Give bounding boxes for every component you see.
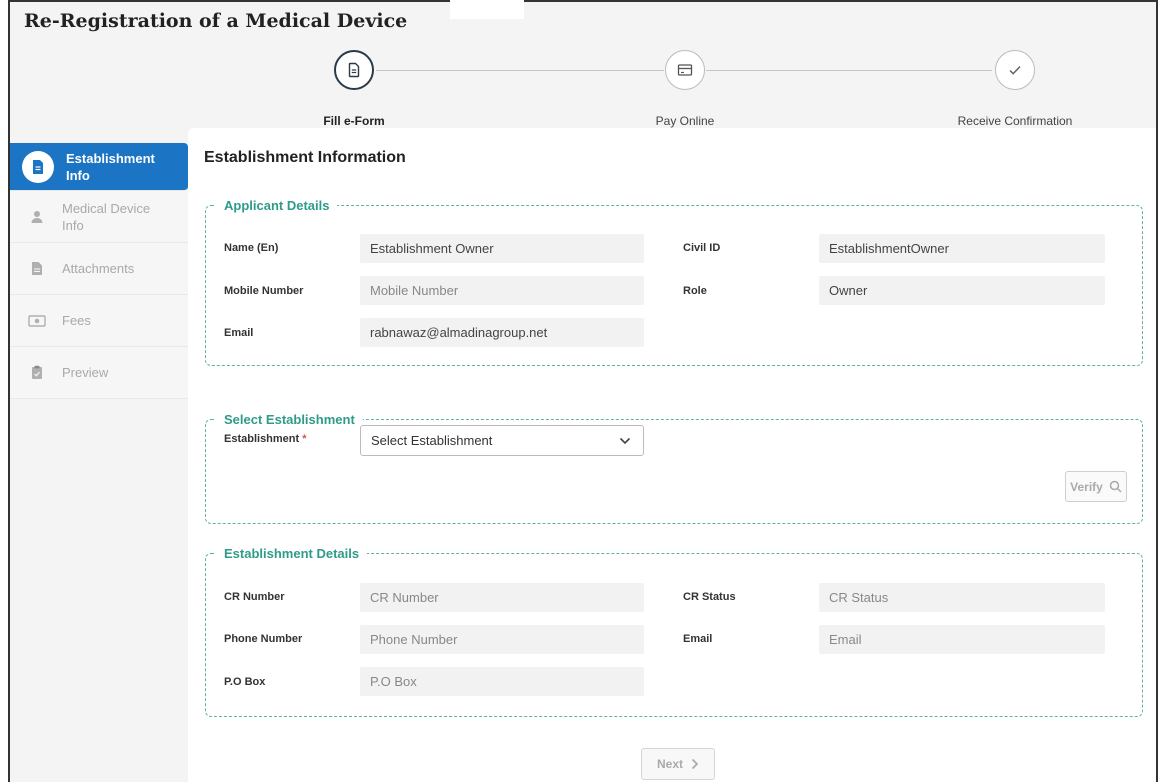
cr-number-field[interactable]: CR Number [360, 583, 644, 612]
check-icon [1009, 65, 1021, 75]
sidebar-item-preview[interactable]: Preview [10, 347, 188, 399]
search-icon [1109, 480, 1122, 493]
section-title: Establishment Information [204, 149, 406, 166]
user-icon [24, 204, 50, 230]
sidebar-item-label: Medical Device Info [62, 200, 151, 233]
cr-number-label: CR Number [224, 591, 285, 603]
next-button[interactable]: Next [641, 748, 715, 780]
po-box-field[interactable]: P.O Box [360, 667, 644, 696]
mobile-number-label: Mobile Number [224, 285, 304, 297]
establishment-select[interactable]: Select Establishment [360, 425, 644, 456]
phone-number-field[interactable]: Phone Number [360, 625, 644, 654]
civil-id-field[interactable]: EstablishmentOwner [819, 234, 1105, 263]
step-pay-online-circle [665, 50, 705, 90]
card-icon [677, 64, 693, 76]
role-field[interactable]: Owner [819, 276, 1105, 305]
document-icon [22, 150, 54, 183]
sidebar-item-medical-device-info[interactable]: Medical Device Info [10, 191, 188, 243]
step-label: Fill e-Form [323, 114, 385, 128]
sidebar-item-label: Establishment Info [66, 150, 155, 183]
file-icon [24, 256, 50, 282]
stepper-line [706, 70, 992, 71]
civil-id-label: Civil ID [683, 242, 721, 254]
step-receive-confirmation-circle [995, 50, 1035, 90]
select-establishment-section: Select Establishment [205, 412, 1143, 524]
page-title: Re-Registration of a Medical Device [24, 10, 408, 32]
section-legend: Applicant Details [224, 198, 330, 213]
name-label: Name (En) [224, 242, 279, 254]
money-icon [24, 308, 50, 334]
establishment-email-field[interactable]: Email [819, 625, 1105, 654]
document-icon [348, 62, 360, 78]
main-panel: Establishment Information Applicant Deta… [188, 128, 1156, 782]
email-label: Email [224, 327, 254, 339]
next-button-label: Next [656, 757, 683, 771]
establishment-select-value: Select Establishment [371, 433, 493, 448]
sidebar-item-attachments[interactable]: Attachments [10, 243, 188, 295]
sidebar-item-label: Fees [62, 313, 91, 328]
progress-stepper: Fill e-Form Pay Online Receive Confirmat… [0, 48, 1160, 128]
verify-button-label: Verify [1070, 479, 1103, 494]
step-label: Receive Confirmation [957, 114, 1073, 128]
establishment-label: Establishment * [224, 433, 306, 445]
title-tab [450, 0, 524, 19]
sidebar-item-label: Attachments [62, 261, 135, 276]
step-fill-eform-circle [334, 50, 374, 90]
sidebar-item-fees[interactable]: Fees [10, 295, 188, 347]
sidebar-item-establishment-info[interactable]: Establishment Info [10, 143, 188, 191]
required-mark: * [302, 433, 307, 445]
cr-status-field[interactable]: CR Status [819, 583, 1105, 612]
po-box-label: P.O Box [224, 676, 266, 688]
email-field[interactable]: rabnawaz@almadinagroup.net [360, 318, 644, 347]
mobile-number-field[interactable]: Mobile Number [360, 276, 644, 305]
chevron-down-icon [619, 437, 631, 444]
clipboard-icon [24, 360, 50, 386]
verify-button[interactable]: Verify [1065, 471, 1127, 502]
sidebar-nav: Establishment Info Medical Device Info A… [10, 143, 188, 399]
sidebar-item-label: Preview [62, 365, 109, 380]
section-legend: Select Establishment [224, 412, 355, 427]
stepper-line [376, 70, 664, 71]
establishment-label-text: Establishment [224, 433, 300, 445]
name-field[interactable]: Establishment Owner [360, 234, 644, 263]
step-label: Pay Online [655, 114, 715, 128]
cr-status-label: CR Status [683, 591, 736, 603]
establishment-email-label: Email [683, 633, 713, 645]
phone-number-label: Phone Number [224, 633, 303, 645]
chevron-right-icon [691, 758, 699, 770]
section-legend: Establishment Details [224, 546, 360, 561]
role-label: Role [683, 285, 707, 297]
